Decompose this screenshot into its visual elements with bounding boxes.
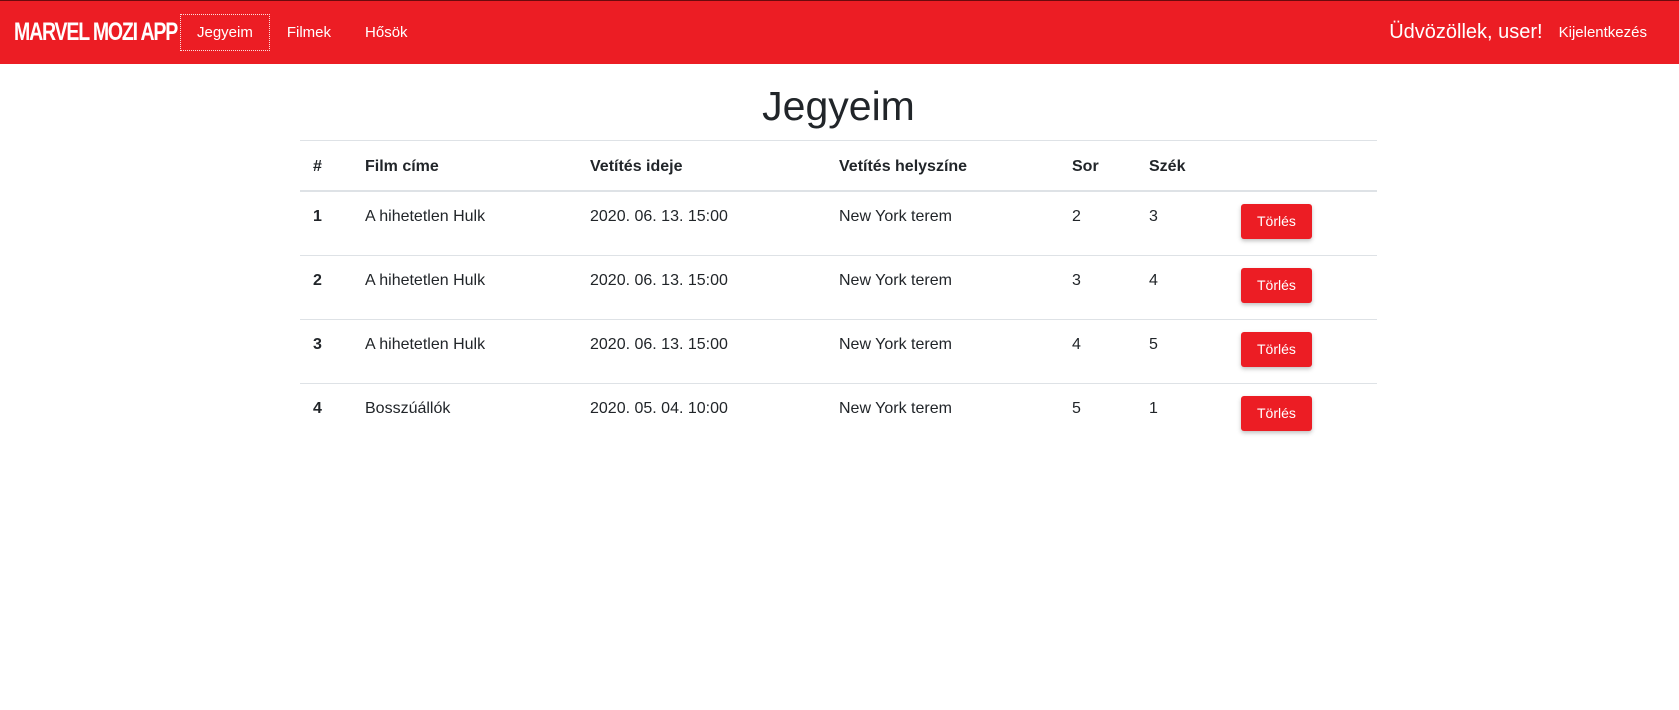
cell-seat: 3 [1136, 190, 1228, 256]
cell-film-title: A hihetetlen Hulk [352, 190, 577, 256]
column-header-row: Sor [1059, 140, 1136, 193]
nav-links: Jegyeim Filmek Hősök [180, 14, 425, 51]
cell-number: 1 [300, 190, 352, 256]
column-header-screening-time: Vetítés ideje [577, 140, 826, 193]
nav-link-jegyeim[interactable]: Jegyeim [180, 14, 270, 51]
cell-screening-place: New York terem [826, 383, 1059, 448]
cell-film-title: A hihetetlen Hulk [352, 255, 577, 320]
page-title: Jegyeim [762, 83, 915, 129]
cell-screening-time: 2020. 05. 04. 10:00 [577, 383, 826, 448]
cell-number: 4 [300, 383, 352, 448]
cell-seat: 4 [1136, 255, 1228, 320]
cell-seat: 5 [1136, 319, 1228, 384]
column-header-actions [1228, 140, 1377, 193]
logout-link[interactable]: Kijelentkezés [1559, 16, 1665, 49]
cell-actions: Törlés [1228, 383, 1377, 448]
cell-row: 3 [1059, 255, 1136, 320]
cell-row: 5 [1059, 383, 1136, 448]
cell-number: 2 [300, 255, 352, 320]
top-navbar: MARVEL MOZI APP Jegyeim Filmek Hősök Üdv… [0, 0, 1679, 64]
cell-film-title: Bosszúállók [352, 383, 577, 448]
delete-button[interactable]: Törlés [1241, 204, 1312, 240]
table-header: # Film címe Vetítés ideje Vetítés helysz… [300, 140, 1377, 193]
delete-button[interactable]: Törlés [1241, 332, 1312, 368]
nav-link-filmek[interactable]: Filmek [270, 14, 348, 51]
cell-screening-time: 2020. 06. 13. 15:00 [577, 255, 826, 320]
cell-screening-place: New York terem [826, 319, 1059, 384]
cell-row: 4 [1059, 319, 1136, 384]
cell-screening-place: New York terem [826, 190, 1059, 256]
cell-seat: 1 [1136, 383, 1228, 448]
cell-screening-time: 2020. 06. 13. 15:00 [577, 190, 826, 256]
cell-row: 2 [1059, 190, 1136, 256]
column-header-seat: Szék [1136, 140, 1228, 193]
tickets-table: # Film címe Vetítés ideje Vetítés helysz… [300, 140, 1377, 448]
delete-button[interactable]: Törlés [1241, 396, 1312, 432]
cell-actions: Törlés [1228, 255, 1377, 320]
cell-actions: Törlés [1228, 319, 1377, 384]
nav-right: Üdvözöllek, user! Kijelentkezés [1389, 16, 1665, 49]
delete-button[interactable]: Törlés [1241, 268, 1312, 304]
table-row: 2 A hihetetlen Hulk 2020. 06. 13. 15:00 … [300, 255, 1377, 320]
cell-screening-time: 2020. 06. 13. 15:00 [577, 319, 826, 384]
cell-number: 3 [300, 319, 352, 384]
column-header-screening-place: Vetítés helyszíne [826, 140, 1059, 193]
table-row: 3 A hihetetlen Hulk 2020. 06. 13. 15:00 … [300, 319, 1377, 384]
nav-link-hosok[interactable]: Hősök [348, 14, 425, 51]
welcome-text: Üdvözöllek, user! [1389, 21, 1543, 43]
table-row: 4 Bosszúállók 2020. 05. 04. 10:00 New Yo… [300, 383, 1377, 448]
brand-logo[interactable]: MARVEL MOZI APP [14, 18, 178, 47]
main-content: Jegyeim # Film címe Vetítés ideje Vetíté… [300, 82, 1377, 448]
table-header-row: # Film címe Vetítés ideje Vetítés helysz… [300, 140, 1377, 193]
cell-actions: Törlés [1228, 190, 1377, 256]
column-header-film-title: Film címe [352, 140, 577, 193]
cell-film-title: A hihetetlen Hulk [352, 319, 577, 384]
table-body: 1 A hihetetlen Hulk 2020. 06. 13. 15:00 … [300, 190, 1377, 448]
column-header-number: # [300, 140, 352, 193]
cell-screening-place: New York terem [826, 255, 1059, 320]
table-row: 1 A hihetetlen Hulk 2020. 06. 13. 15:00 … [300, 190, 1377, 256]
